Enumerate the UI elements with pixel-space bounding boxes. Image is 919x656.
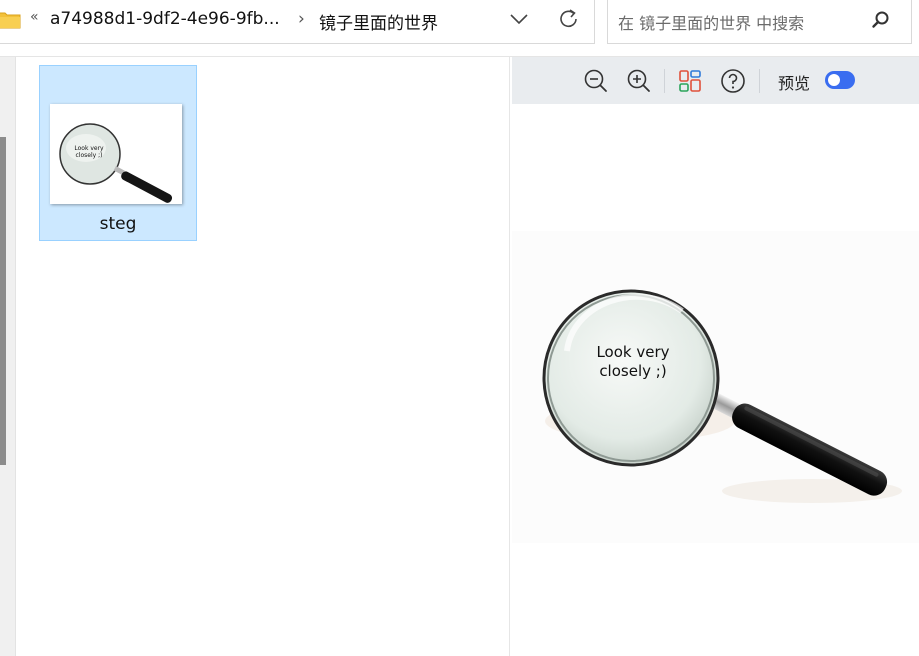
overflow-chevron[interactable]: « [30,9,39,25]
toolbar-separator [664,69,665,93]
scrollbar-thumb[interactable] [0,137,6,465]
breadcrumb-current[interactable]: 镜子里面的世界 [319,9,438,34]
search-input[interactable]: 在 镜子里面的世界 中搜索 [618,10,804,34]
preview-label: 预览 [778,74,811,93]
lens-text: Look very closely ;) [563,343,703,381]
breadcrumb-parent[interactable]: a74988d1-9df2-4e96-9fb... [50,9,280,29]
search-box[interactable]: 在 镜子里面的世界 中搜索 [607,0,912,44]
file-name: steg [99,214,137,234]
refresh-icon[interactable] [558,7,580,31]
file-thumbnail: Look very closely ;) [50,104,182,204]
address-bar[interactable]: « a74988d1-9df2-4e96-9fb... › 镜子里面的世界 [0,0,595,44]
breadcrumb-separator: › [298,9,305,29]
zoom-out-icon[interactable] [582,67,610,95]
chevron-down-icon[interactable] [509,12,529,26]
apps-icon[interactable] [676,67,704,95]
preview-image: Look very closely ;) [512,231,919,543]
lens-text-line-1: Look very [596,343,670,361]
file-item-steg[interactable]: Look very closely ;) steg [39,65,197,241]
search-icon[interactable] [871,10,891,30]
help-icon[interactable] [719,67,747,95]
lens-text-line-2: closely ;) [599,361,667,380]
preview-toggle[interactable] [825,71,855,89]
toggle-knob [828,74,840,86]
zoom-in-icon[interactable] [625,67,653,95]
toolbar-separator [759,69,760,93]
preview-toolbar: 预览 [512,57,919,104]
folder-icon [0,12,21,29]
top-bar: « a74988d1-9df2-4e96-9fb... › 镜子里面的世界 在 … [0,0,919,57]
navigation-pane-edge [0,57,16,656]
thumbnail-text-line-2: closely ;) [76,152,103,159]
preview-pane: 预览 Look very closely ;) [510,57,919,656]
file-list: Look very closely ;) steg [16,57,509,656]
magnifying-glass-image [512,231,919,543]
thumbnail-text-line-1: Look very [74,145,104,152]
magnifier-thumbnail-image: Look very closely ;) [50,104,182,204]
